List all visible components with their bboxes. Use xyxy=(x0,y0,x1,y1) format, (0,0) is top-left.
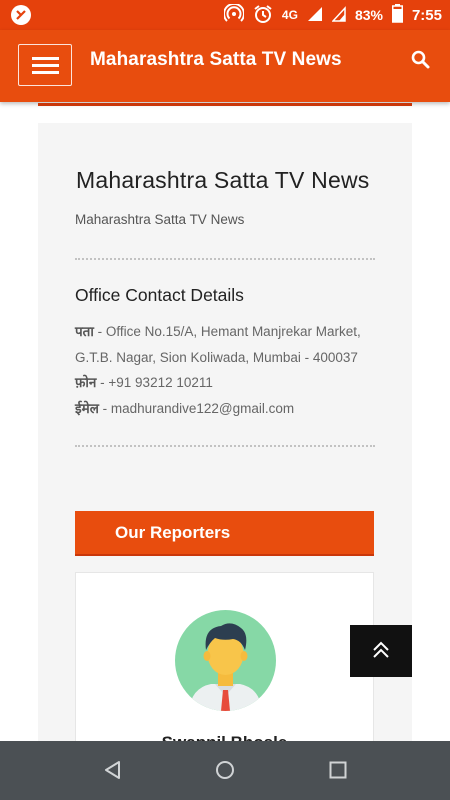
phone-label: फ़ोन xyxy=(75,375,97,390)
hamburger-menu-button[interactable] xyxy=(18,44,72,86)
signal-icon xyxy=(307,6,323,25)
office-contact-details: पता - Office No.15/A, Hemant Manjrekar M… xyxy=(75,319,385,421)
alarm-icon xyxy=(253,4,273,27)
app-notification-icon xyxy=(9,4,33,26)
widget-subtitle: Maharashtra Satta TV News xyxy=(75,212,245,227)
reporters-section-header: Our Reporters xyxy=(75,511,374,556)
address-label: पता xyxy=(75,324,94,339)
battery-icon xyxy=(391,4,403,26)
double-chevron-up-icon xyxy=(373,641,389,658)
divider xyxy=(75,258,375,260)
hotspot-icon xyxy=(222,2,245,27)
email-value[interactable]: - madhurandive122@gmail.com xyxy=(99,401,295,416)
recents-icon[interactable] xyxy=(327,759,349,781)
signal-secondary-icon xyxy=(331,5,346,25)
email-label: ईमेल xyxy=(75,400,99,416)
widget-title: Maharashtra Satta TV News xyxy=(76,167,370,193)
reporter-avatar xyxy=(175,610,276,711)
office-contact-title: Office Contact Details xyxy=(75,285,244,305)
site-title[interactable]: Maharashtra Satta TV News xyxy=(90,49,342,71)
divider xyxy=(75,445,375,447)
header-divider xyxy=(38,103,412,106)
back-icon[interactable] xyxy=(102,759,124,781)
phone-value[interactable]: - +91 93212 10211 xyxy=(96,375,213,390)
scroll-to-top-button[interactable] xyxy=(350,625,412,677)
battery-percent: 83% xyxy=(354,7,383,23)
status-bar: 4G 83% 7:55 xyxy=(0,0,450,30)
home-icon[interactable] xyxy=(214,759,236,781)
system-nav-bar xyxy=(0,741,450,800)
address-value: - Office No.15/A, Hemant Manjrekar Marke… xyxy=(75,324,361,365)
clock: 7:55 xyxy=(411,6,442,24)
network-type: 4G xyxy=(281,8,298,22)
app-header: Maharashtra Satta TV News xyxy=(0,30,450,102)
search-icon[interactable] xyxy=(410,49,432,71)
reporters-section-title: Our Reporters xyxy=(115,523,231,542)
